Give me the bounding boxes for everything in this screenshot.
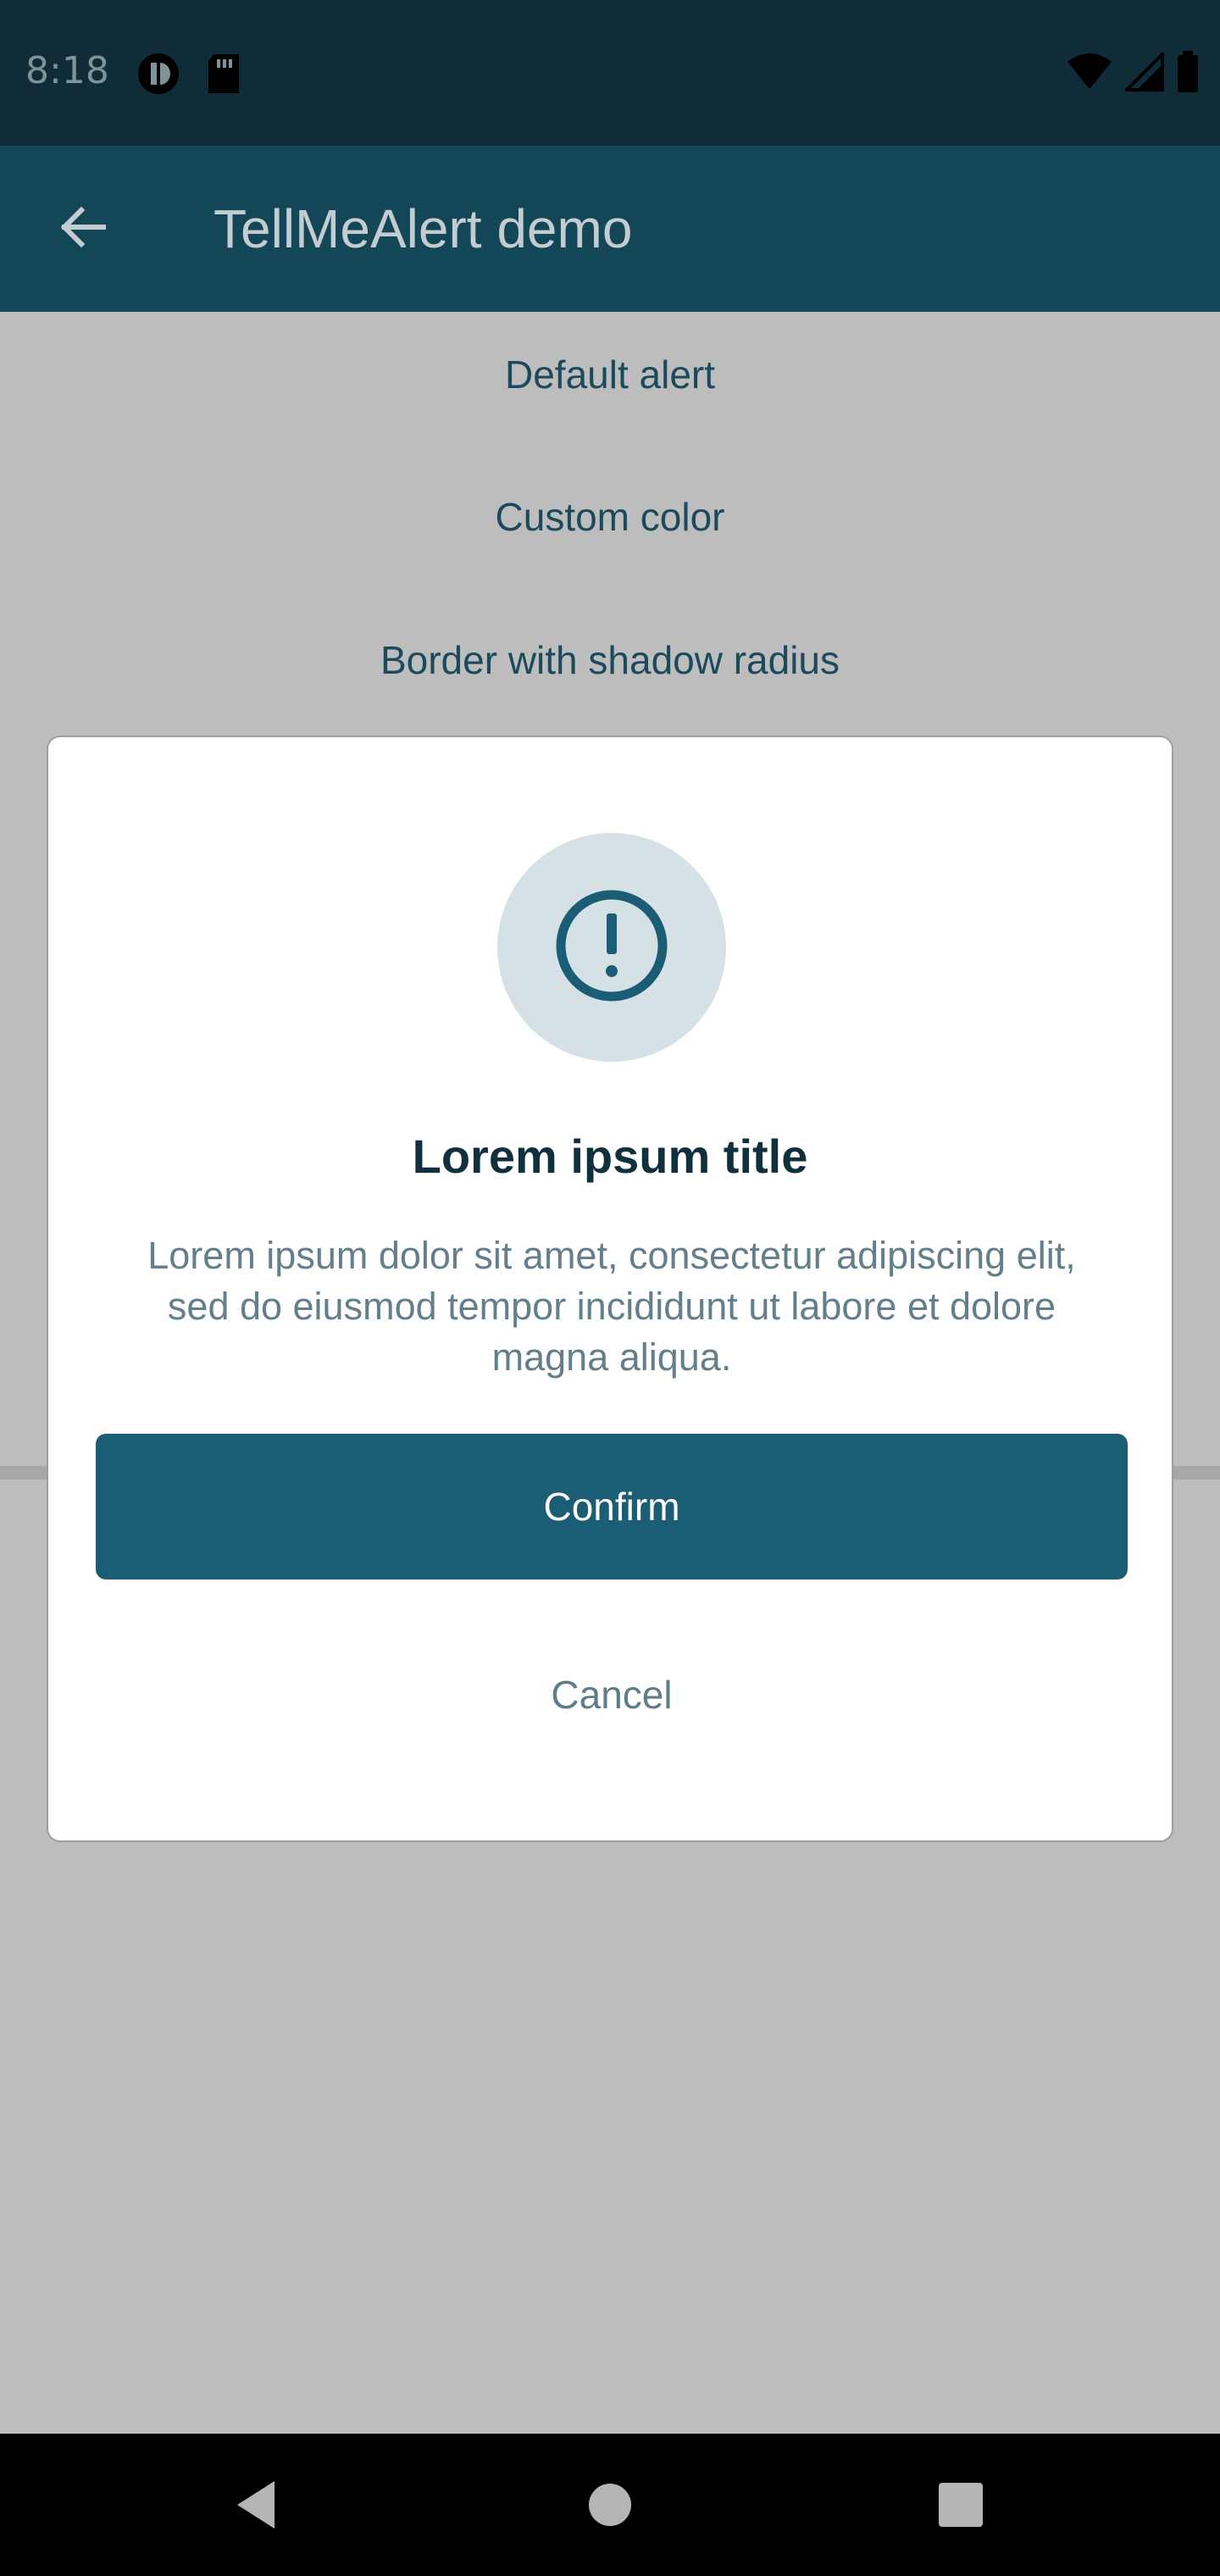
status-time: 8:18 <box>25 49 109 92</box>
alert-dialog: Lorem ipsum title Lorem ipsum dolor sit … <box>47 736 1173 1842</box>
app-bar: TellMeAlert demo <box>0 146 1220 312</box>
cell-signal-icon <box>1123 50 1164 95</box>
app-title: TellMeAlert demo <box>214 198 633 259</box>
system-nav-bar <box>0 2434 1220 2576</box>
cancel-button[interactable]: Cancel <box>442 1661 781 1729</box>
menu-item-default-alert[interactable]: Default alert <box>0 352 1220 397</box>
nav-home-icon[interactable] <box>576 2471 644 2539</box>
screen: 8:18 TellMeAlert demo Default alert Cust… <box>0 0 1220 2576</box>
confirm-button[interactable]: Confirm <box>96 1434 1128 1579</box>
notification-app-icon <box>137 53 180 95</box>
battery-icon <box>1176 51 1200 97</box>
nav-back-icon[interactable] <box>229 2471 297 2539</box>
back-button[interactable] <box>49 195 117 263</box>
status-icons-right <box>1066 50 1200 97</box>
nav-recents-icon[interactable] <box>927 2471 995 2539</box>
dialog-title: Lorem ipsum title <box>412 1130 808 1183</box>
menu-item-custom-color[interactable]: Custom color <box>0 494 1220 540</box>
alert-icon-circle <box>497 833 726 1062</box>
status-bar: 8:18 <box>0 0 1220 146</box>
wifi-icon <box>1066 53 1113 94</box>
menu-item-border-shadow-radius[interactable]: Border with shadow radius <box>0 637 1220 683</box>
dialog-message: Lorem ipsum dolor sit amet, consectetur … <box>147 1234 1076 1379</box>
exclamation-circle-icon <box>554 888 669 1007</box>
sd-card-icon <box>205 53 242 95</box>
arrow-back-icon <box>56 200 110 258</box>
